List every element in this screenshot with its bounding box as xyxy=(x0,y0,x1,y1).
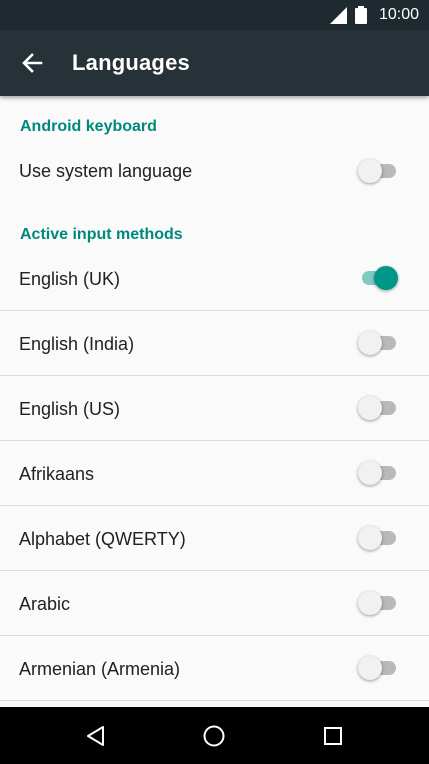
use-system-language-label: Use system language xyxy=(19,161,193,181)
input-method-row[interactable]: English (US) xyxy=(0,376,429,441)
input-method-row[interactable]: Afrikaans xyxy=(0,441,429,506)
triangle-back-icon xyxy=(87,726,104,746)
section-header-active-input-methods: Active input methods xyxy=(20,226,183,243)
input-method-label: English (India) xyxy=(19,334,135,354)
input-method-toggle[interactable] xyxy=(358,331,398,355)
input-method-label: English (US) xyxy=(19,399,121,419)
nav-recents-button[interactable] xyxy=(318,721,348,751)
signal-icon xyxy=(330,7,347,24)
arrow-back-icon xyxy=(22,53,43,73)
square-recents-icon xyxy=(324,727,342,745)
app-bar: Languages xyxy=(0,30,429,96)
nav-home-button[interactable] xyxy=(199,721,229,751)
input-method-label: Alphabet (QWERTY) xyxy=(19,529,186,549)
status-bar: 10:00 xyxy=(0,0,429,30)
input-method-toggle[interactable] xyxy=(358,591,398,615)
input-method-row[interactable]: English (UK) xyxy=(0,246,429,311)
input-method-toggle[interactable] xyxy=(358,526,398,550)
status-time: 10:00 xyxy=(378,6,419,23)
input-method-row[interactable]: Armenian (Armenia) xyxy=(0,636,429,701)
input-method-toggle[interactable] xyxy=(358,461,398,485)
input-method-label: English (UK) xyxy=(19,269,121,289)
back-button[interactable] xyxy=(16,48,48,78)
nav-back-button[interactable] xyxy=(81,721,111,751)
navigation-bar xyxy=(0,707,429,764)
use-system-language-toggle[interactable] xyxy=(358,159,398,183)
use-system-language-row[interactable]: Use system language xyxy=(0,144,429,200)
input-method-toggle[interactable] xyxy=(358,396,398,420)
page-title: Languages xyxy=(72,50,190,75)
input-method-row[interactable]: English (India) xyxy=(0,311,429,376)
input-method-label: Armenian (Armenia) xyxy=(19,659,181,679)
input-method-label: Afrikaans xyxy=(19,464,95,484)
section-header-android-keyboard: Android keyboard xyxy=(20,118,157,135)
input-method-toggle[interactable] xyxy=(358,266,398,290)
input-method-label: Arabic xyxy=(19,594,71,614)
input-method-row[interactable]: Arabic xyxy=(0,571,429,636)
battery-icon xyxy=(355,6,367,24)
input-method-row[interactable]: Alphabet (QWERTY) xyxy=(0,506,429,571)
circle-home-icon xyxy=(203,725,225,747)
input-method-toggle[interactable] xyxy=(358,656,398,680)
